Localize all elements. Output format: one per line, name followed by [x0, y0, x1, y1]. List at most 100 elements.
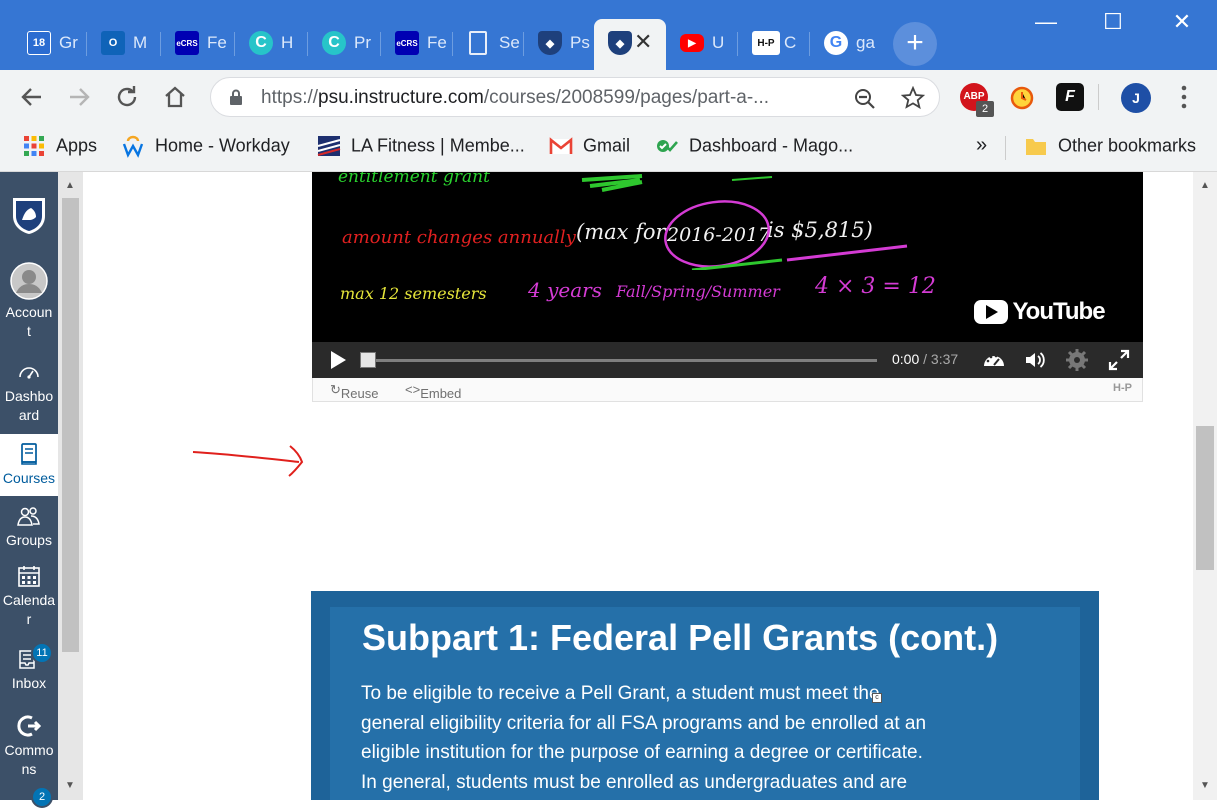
back-button[interactable] [15, 80, 49, 114]
page-content: entitlement grant amount changes annuall… [83, 172, 1193, 800]
progress-handle[interactable] [360, 352, 376, 368]
zoom-out-icon[interactable] [853, 87, 877, 111]
apps-grid-icon [24, 136, 44, 156]
youtube-logo[interactable]: YouTube [974, 298, 1106, 328]
embed-button[interactable]: <> Embed [405, 382, 461, 401]
bookmark-dashboard[interactable]: Dashboard - Mago... [655, 134, 853, 160]
body-line: eligible institution for the purpose of … [361, 742, 923, 763]
red-arrow-annotation-icon [192, 445, 304, 477]
youtube-icon: ▶ [680, 34, 704, 52]
nav-groups[interactable]: Groups [0, 504, 58, 550]
browser-tab[interactable]: G ga [810, 19, 880, 70]
pell-grant-section: Subpart 1: Federal Pell Grants (cont.) T… [311, 591, 1099, 800]
play-icon[interactable] [328, 350, 348, 370]
scrollbar-thumb[interactable] [1196, 426, 1214, 570]
browser-tab[interactable]: C H [235, 19, 307, 70]
nav-bottom-badge: 2 [31, 786, 53, 808]
body-line: In general, students must be enrolled as… [361, 771, 908, 793]
dashboard-gauge-icon [19, 367, 39, 379]
timer-extension-icon[interactable] [1008, 83, 1036, 111]
bookmarks-bar: Apps Home - Workday LA Fitness | Membe..… [0, 124, 1217, 172]
browser-tab[interactable]: eCRS Fe [161, 19, 233, 70]
maximize-button[interactable]: ☐ [1090, 6, 1136, 38]
youtube-play-logo-icon [974, 300, 1008, 324]
fullscreen-icon[interactable] [1107, 348, 1131, 372]
tab-title: Fe [207, 33, 227, 52]
pell-grant-card: Subpart 1: Federal Pell Grants (cont.) T… [330, 607, 1080, 800]
browser-tab[interactable]: eCRS Fe [381, 19, 451, 70]
account-avatar-icon [10, 262, 48, 300]
video-text-semesters: max 12 semesters [340, 284, 487, 303]
bookmark-la-fitness[interactable]: LA Fitness | Membe... [317, 134, 525, 160]
canvas-global-nav: Accoun t Dashbo ard Courses Groups Calenda… [0, 172, 58, 808]
penn-state-shield-icon: ◆ [608, 31, 632, 55]
close-tab-icon[interactable]: ✕ [634, 29, 652, 55]
cursor-icon: c [872, 693, 882, 703]
lock-icon [230, 89, 242, 105]
browser-tab[interactable]: O M [87, 19, 159, 70]
minimize-button[interactable]: — [1023, 6, 1069, 38]
scrollbar-thumb[interactable] [62, 198, 79, 652]
reuse-button[interactable]: ↻ Reuse [330, 382, 378, 401]
browser-toolbar: https://psu.instructure.com/courses/2008… [0, 70, 1217, 124]
kebab-menu-icon[interactable] [1176, 82, 1192, 112]
volume-icon[interactable] [1023, 348, 1047, 372]
tab-title: Fe [427, 33, 447, 52]
h5p-icon: H-P [752, 31, 780, 55]
browser-tab[interactable]: Se [453, 19, 523, 70]
scroll-up-arrow-icon[interactable]: ▲ [1200, 180, 1210, 191]
tab-title: Pr [354, 33, 371, 52]
gmail-icon [549, 137, 573, 154]
f-extension-icon[interactable]: F [1056, 83, 1084, 111]
adblock-count-badge: 2 [976, 101, 994, 117]
body-line: To be eligible to receive a Pell Grant, … [361, 683, 880, 704]
commons-icon [17, 715, 41, 737]
profile-avatar[interactable]: J [1121, 83, 1151, 113]
scroll-down-arrow-icon[interactable]: ▼ [65, 780, 75, 791]
browser-tab-active[interactable]: ◆ ✕ [594, 19, 666, 70]
outlook-icon: O [101, 31, 125, 55]
browser-tab[interactable]: ▶ U [666, 19, 736, 70]
page-scrollbar[interactable]: ▲ ▼ [1193, 172, 1217, 800]
bookmark-apps[interactable]: Apps [22, 134, 97, 160]
course-nav-scrollbar[interactable]: ▲ ▼ [58, 172, 83, 800]
video-text-terms: Fall/Spring/Summer [616, 282, 780, 301]
h5p-logo: H-P [1113, 382, 1132, 394]
bookmark-workday[interactable]: Home - Workday [121, 134, 290, 160]
section-title: Subpart 1: Federal Pell Grants (cont.) [362, 617, 999, 658]
playback-speed-icon[interactable] [982, 348, 1006, 372]
browser-tab[interactable]: 18 Gr [13, 19, 85, 70]
nav-dashboard[interactable]: Dashbo ard [0, 360, 58, 425]
close-window-button[interactable]: ✕ [1159, 6, 1205, 38]
nav-account[interactable]: Accoun t [0, 262, 58, 341]
browser-tab[interactable]: ◆ Ps [524, 19, 594, 70]
browser-tab[interactable]: H-P C [738, 19, 808, 70]
bookmark-gmail[interactable]: Gmail [549, 134, 630, 160]
nav-calendar[interactable]: Calenda r [0, 564, 58, 629]
browser-tab[interactable]: C Pr [308, 19, 380, 70]
reload-button[interactable] [110, 80, 144, 114]
bookmarks-overflow-button[interactable]: » [976, 134, 987, 160]
other-bookmarks-folder[interactable]: Other bookmarks [1024, 134, 1196, 160]
ecrs-icon: eCRS [175, 31, 199, 55]
progress-track[interactable] [376, 359, 877, 362]
scroll-down-arrow-icon[interactable]: ▼ [1200, 780, 1210, 791]
address-bar[interactable]: https://psu.instructure.com/courses/2008… [210, 77, 940, 117]
tab-title: H [281, 33, 294, 52]
bookmark-star-icon[interactable] [901, 86, 925, 110]
forward-button[interactable] [62, 80, 96, 114]
folder-icon [1026, 139, 1046, 155]
h5p-action-bar: ↻ Reuse <> Embed H-P [312, 378, 1143, 402]
nav-commons[interactable]: Commo ns [0, 714, 58, 779]
scroll-up-arrow-icon[interactable]: ▲ [65, 180, 75, 191]
browser-tab-strip: 18 Gr O M eCRS Fe C H C Pr eCRS Fe Se ◆ … [0, 0, 1217, 70]
home-button[interactable] [158, 80, 192, 114]
nav-courses[interactable]: Courses [0, 434, 58, 496]
video-text-years: 4 years [528, 278, 602, 302]
new-tab-button[interactable]: + [893, 22, 937, 66]
penn-state-logo[interactable] [11, 196, 47, 241]
settings-gear-icon[interactable] [1065, 348, 1089, 372]
back-arrow-icon [21, 88, 41, 106]
ecrs-icon: eCRS [395, 31, 419, 55]
tab-title: Se [499, 33, 520, 52]
